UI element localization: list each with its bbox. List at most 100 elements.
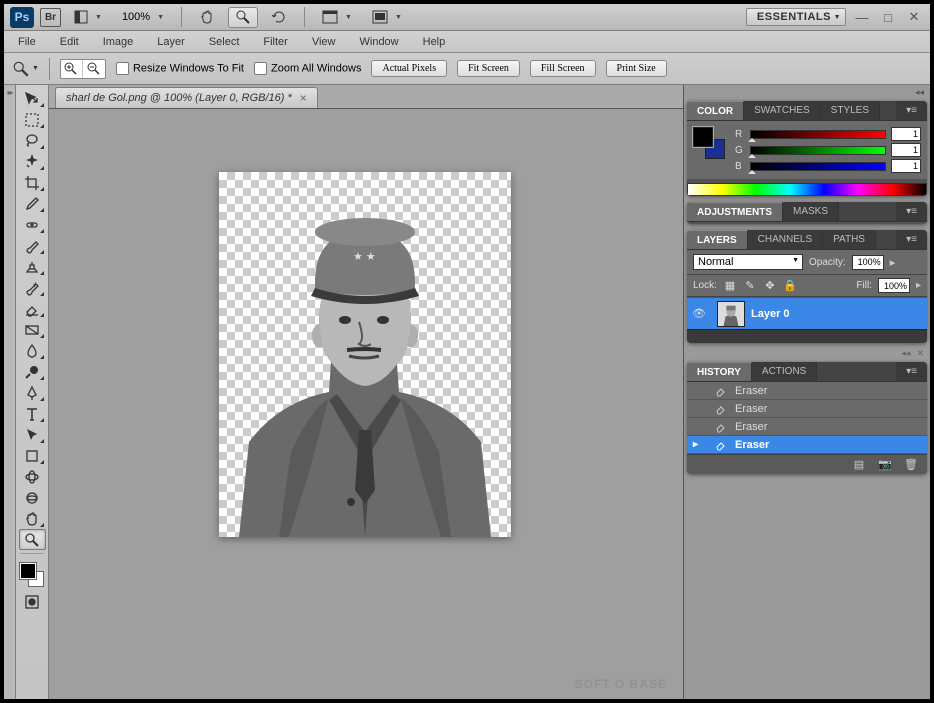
tab-actions[interactable]: ACTIONS <box>752 362 817 381</box>
tool-preset-picker[interactable]: ▼ <box>12 60 39 78</box>
history-item[interactable]: ▸Eraser <box>687 436 927 454</box>
new-snapshot-icon[interactable]: 📷 <box>877 458 893 472</box>
bridge-icon[interactable]: Br <box>40 8 61 27</box>
layer-thumbnail[interactable] <box>717 301 745 327</box>
view-extras-dropdown[interactable] <box>315 7 359 28</box>
resize-windows-checkbox[interactable]: Resize Windows To Fit <box>116 62 244 75</box>
delete-state-icon[interactable]: 🗑 <box>903 458 919 472</box>
history-item[interactable]: Eraser <box>687 382 927 400</box>
zoom-level-dropdown[interactable]: 100% <box>115 7 171 28</box>
quick-mask-toggle[interactable] <box>19 591 46 612</box>
close-icon[interactable]: ✕ <box>916 348 924 359</box>
collapse-icon[interactable]: ◂◂ <box>915 87 924 98</box>
lock-all-icon[interactable]: 🔒 <box>783 279 797 293</box>
panel-color-swatches[interactable] <box>693 127 729 167</box>
menu-image[interactable]: Image <box>97 33 140 51</box>
print-size-button[interactable]: Print Size <box>606 60 667 77</box>
zoom-out-icon[interactable] <box>83 60 105 78</box>
color-swatches[interactable] <box>18 561 46 591</box>
g-slider[interactable] <box>750 146 886 155</box>
healing-brush-tool[interactable] <box>19 214 46 235</box>
opacity-value[interactable]: 100% <box>852 255 884 270</box>
document-tab[interactable]: sharl de Gol.png @ 100% (Layer 0, RGB/16… <box>55 87 318 108</box>
clone-stamp-tool[interactable] <box>19 256 46 277</box>
crop-tool[interactable] <box>19 172 46 193</box>
marquee-tool[interactable] <box>19 109 46 130</box>
brush-tool[interactable] <box>19 235 46 256</box>
hand-tool[interactable] <box>19 508 46 529</box>
zoom-in-out-toggle[interactable] <box>60 59 106 79</box>
fit-screen-button[interactable]: Fit Screen <box>457 60 520 77</box>
close-icon[interactable]: × <box>300 91 307 105</box>
tab-layers[interactable]: LAYERS <box>687 230 748 249</box>
g-value[interactable]: 1 <box>891 143 921 157</box>
menu-select[interactable]: Select <box>203 33 246 51</box>
quick-selection-tool[interactable] <box>19 151 46 172</box>
tab-history[interactable]: HISTORY <box>687 362 752 381</box>
3d-orbit-tool[interactable] <box>19 487 46 508</box>
actual-pixels-button[interactable]: Actual Pixels <box>371 60 447 77</box>
panel-menu-icon[interactable]: ▾≡ <box>896 230 927 249</box>
new-document-from-state-icon[interactable]: ▤ <box>851 458 867 472</box>
tab-color[interactable]: COLOR <box>687 101 744 120</box>
menu-help[interactable]: Help <box>417 33 452 51</box>
zoom-tool[interactable] <box>19 529 46 550</box>
fill-value[interactable]: 100% <box>878 278 910 293</box>
menu-layer[interactable]: Layer <box>151 33 191 51</box>
history-brush-tool[interactable] <box>19 277 46 298</box>
tab-swatches[interactable]: SWATCHES <box>744 101 821 120</box>
blur-tool[interactable] <box>19 340 46 361</box>
history-item[interactable]: Eraser <box>687 418 927 436</box>
color-spectrum[interactable] <box>687 183 927 196</box>
menu-file[interactable]: File <box>12 33 42 51</box>
flyout-icon[interactable]: ▸ <box>890 256 896 269</box>
collapse-icon[interactable]: ◂◂ <box>901 348 910 359</box>
r-slider[interactable] <box>750 130 886 139</box>
gradient-tool[interactable] <box>19 319 46 340</box>
dodge-tool[interactable] <box>19 361 46 382</box>
lock-position-icon[interactable]: ✥ <box>763 279 777 293</box>
menu-filter[interactable]: Filter <box>257 33 293 51</box>
lasso-tool[interactable] <box>19 130 46 151</box>
visibility-toggle[interactable]: 👁 <box>687 307 711 320</box>
layer-row[interactable]: 👁 Layer 0 <box>687 297 927 329</box>
shape-tool[interactable] <box>19 445 46 466</box>
b-value[interactable]: 1 <box>891 159 921 173</box>
r-value[interactable]: 1 <box>891 127 921 141</box>
close-button[interactable]: ✕ <box>904 9 924 25</box>
panel-menu-icon[interactable]: ▾≡ <box>896 202 927 221</box>
panel-menu-icon[interactable]: ▾≡ <box>896 362 927 381</box>
tab-paths[interactable]: PATHS <box>823 230 876 249</box>
tab-channels[interactable]: CHANNELS <box>748 230 823 249</box>
eraser-tool[interactable] <box>19 298 46 319</box>
move-tool[interactable] <box>19 88 46 109</box>
tab-styles[interactable]: STYLES <box>821 101 880 120</box>
canvas-viewport[interactable]: ★ ★ <box>49 109 683 699</box>
zoom-in-icon[interactable] <box>61 60 83 78</box>
maximize-button[interactable]: □ <box>878 10 898 25</box>
type-tool[interactable] <box>19 403 46 424</box>
menu-view[interactable]: View <box>306 33 342 51</box>
toolbox-drag-handle[interactable]: ▸▸ <box>4 85 16 699</box>
3d-rotate-tool[interactable] <box>19 466 46 487</box>
menu-edit[interactable]: Edit <box>54 33 85 51</box>
lock-transparency-icon[interactable]: ▦ <box>723 279 737 293</box>
pen-tool[interactable] <box>19 382 46 403</box>
panel-menu-icon[interactable]: ▾≡ <box>896 101 927 120</box>
workspace-switcher[interactable]: ESSENTIALS <box>746 8 846 26</box>
history-item[interactable]: Eraser <box>687 400 927 418</box>
zoom-all-windows-checkbox[interactable]: Zoom All Windows <box>254 62 361 75</box>
foreground-color[interactable] <box>693 127 713 147</box>
canvas-image[interactable]: ★ ★ <box>219 172 511 537</box>
blend-mode-select[interactable]: Normal <box>693 254 803 270</box>
menu-window[interactable]: Window <box>354 33 405 51</box>
tab-adjustments[interactable]: ADJUSTMENTS <box>687 202 783 221</box>
b-slider[interactable] <box>750 162 886 171</box>
minimize-button[interactable]: — <box>852 10 872 25</box>
launch-apps-dropdown[interactable] <box>67 7 109 28</box>
fill-screen-button[interactable]: Fill Screen <box>530 60 596 77</box>
foreground-swatch[interactable] <box>20 563 36 579</box>
screen-mode-dropdown[interactable] <box>365 7 409 28</box>
eyedropper-tool[interactable] <box>19 193 46 214</box>
rotate-view-shortcut[interactable] <box>264 7 294 28</box>
